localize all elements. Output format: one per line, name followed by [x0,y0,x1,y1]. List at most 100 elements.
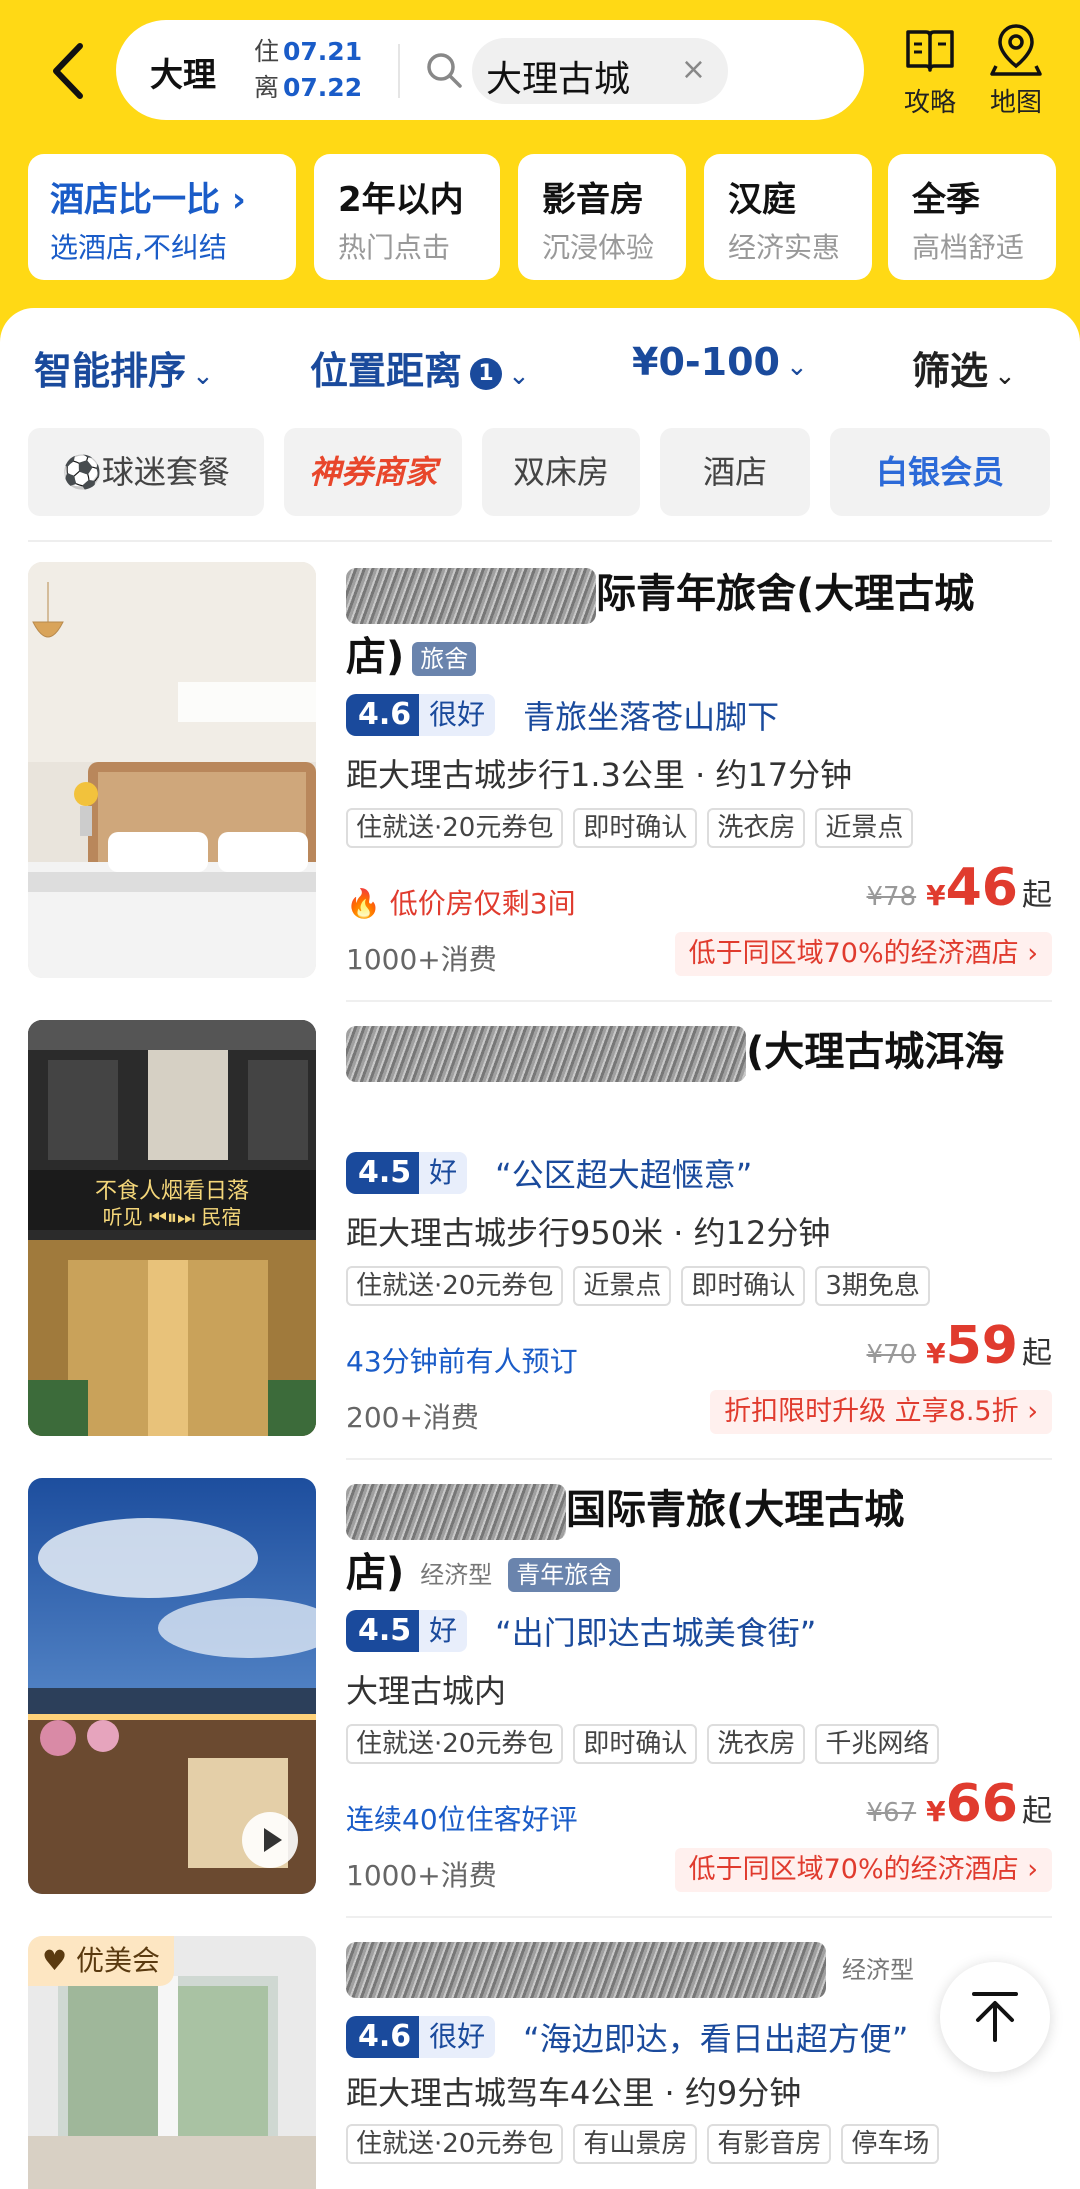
feature-tag: 近景点 [815,808,914,848]
chevron-down-icon: ⌄ [994,361,1016,391]
promo-text: 连续40位住客好评 [346,1803,578,1836]
sort-smart[interactable]: 智能排序 ⌄ [34,340,214,395]
rating-word: 很好 [419,2016,496,2058]
hotel-type-badge: 旅舍 [412,642,477,676]
feature-tag: 洗衣房 [707,1724,806,1764]
price-box: ¥78 ¥46 起 [867,858,1053,922]
chevron-down-icon: ⌄ [192,361,214,391]
feature-tag: 即时确认 [573,808,698,848]
quick-card-sub: 沉浸体验 [542,231,655,264]
promo-text: 🔥 低价房仅剩3间 [346,882,576,922]
rating-row: 4.6 很好 “海边即达，看日出超方便” [346,2014,908,2058]
feature-tag: 住就送·20元券包 [346,1266,564,1306]
hotel-name-text: 国际青旅(大理古城 [566,1487,905,1533]
shop-sign-text: 听见 ⏮⏸⏭ 民宿 [103,1205,242,1229]
premium-badge: ♥ 优美会 [28,1936,175,1986]
keyword-chip[interactable]: 大理古城 × [472,38,728,104]
hotel-distance: 距大理古城驾车4公里 · 约9分钟 [346,2074,802,2112]
feature-tags: 住就送·20元券包 即时确认 洗衣房 千兆网络 [346,1724,949,1764]
city-selector[interactable]: 大理 [150,48,216,96]
hotel-distance: 距大理古城步行1.3公里 · 约17分钟 [346,756,853,794]
feature-tag: 停车场 [841,2124,940,2164]
divider [346,1916,1052,1918]
feature-tag: 即时确认 [573,1724,698,1764]
review-highlight: “出门即达古城美食街” [495,1614,817,1652]
rating-row: 4.5 好 “出门即达古城美食街” [346,1608,816,1652]
distance-count-badge: 1 [470,357,503,390]
currency: ¥ [926,1337,946,1370]
clear-keyword-icon[interactable]: × [681,52,706,87]
keyword-text: 大理古城 [486,59,631,100]
checkin-date: 07.21 [283,37,363,66]
deal-badge[interactable]: 低于同区域70%的经济酒店 › [674,1848,1052,1892]
feature-tags: 住就送·20元券包 近景点 即时确认 3期免息 [346,1266,940,1306]
quick-card-compare[interactable]: 酒店比一比 › 选酒店,不纠结 [28,154,296,280]
quick-card-hanting[interactable]: 汉庭 经济实惠 [704,154,872,280]
hotel-card[interactable]: 际青年旅舍(大理古城 店) 旅舍 4.6 很好 青旅坐落苍山脚下 距大理古城步行1.3… [0,562,1080,1020]
sales-count: 200+消费 [346,1401,479,1434]
hotel-card[interactable]: ♥ 优美会 经济型 4.6 很好 “海边即达，看日出超方便” 距大理古城驾车4公里 … [0,1936,1080,2189]
hotel-photo: ♥ 优美会 [28,1936,316,2189]
book-icon [906,30,954,72]
chip-silver-member[interactable]: 白银会员 [830,428,1050,516]
sort-filter[interactable]: 筛选 ⌄ [912,340,1016,395]
original-price: ¥70 [866,1340,917,1370]
hotel-type-text: 经济型 [420,1561,493,1589]
quick-card-new[interactable]: 2年以内 热门点击 [314,154,500,280]
quick-card-quanji[interactable]: 全季 高档舒适 [888,154,1056,280]
hotel-card[interactable]: 不食人烟看日落 听见 ⏮⏸⏭ 民宿 (大理古城洱海 4.5 好 “公区超大超惬意” … [0,1020,1080,1478]
review-highlight: “公区超大超惬意” [495,1156,753,1194]
quick-card-title: 全季 [912,180,980,220]
scroll-to-top-button[interactable] [940,1962,1050,2072]
chip-hotel[interactable]: 酒店 [660,428,810,516]
sort-distance-label: 位置距离 [310,349,463,393]
search-box[interactable]: 大理 住 07.21 离 07.22 大理古城 × [116,20,864,120]
feature-tag: 住就送·20元券包 [346,1724,564,1764]
deal-badge[interactable]: 折扣限时升级 立享8.5折 › [710,1390,1052,1434]
hotel-photo [28,562,316,978]
tag-chips: ⚽球迷套餐 神券商家 双床房 酒店 白银会员 [28,428,1080,516]
price-suffix: 起 [1022,1794,1052,1829]
fire-icon: 🔥 [346,887,381,920]
price-suffix: 起 [1022,1336,1052,1371]
chevron-down-icon: ⌄ [785,352,808,382]
quick-card-sub: 热门点击 [338,231,451,264]
quick-card-cinema[interactable]: 影音房 沉浸体验 [518,154,686,280]
currency: ¥ [926,1795,946,1828]
guide-button[interactable]: 攻略 [890,22,970,132]
quick-card-title: 汉庭 [728,180,796,220]
review-highlight: “海边即达，看日出超方便” [523,2020,909,2058]
feature-tag: 3期免息 [815,1266,930,1306]
quick-card-title: 影音房 [542,180,644,220]
redacted-name [346,1942,826,1998]
chip-football[interactable]: ⚽球迷套餐 [28,428,264,516]
sort-price[interactable]: ¥0-100 ⌄ [632,340,808,384]
promo-label: 低价房仅剩3间 [389,887,576,920]
heart-icon: ♥ [42,1944,68,1977]
play-video-icon[interactable] [242,1812,298,1868]
checkout-label: 离 [254,73,280,102]
quick-card-sub: 选酒店,不纠结 [50,231,227,264]
divider [346,1458,1052,1460]
sales-count: 1000+消费 [346,943,497,976]
chip-coupon-merchant[interactable]: 神券商家 [284,428,462,516]
date-selector[interactable]: 住 07.21 离 07.22 [254,34,362,106]
hotel-card[interactable]: 国际青旅(大理古城 店) 经济型 青年旅舍 4.5 好 “出门即达古城美食街” 大理古城… [0,1478,1080,1936]
back-arrow-icon [53,43,83,99]
chip-twin-room[interactable]: 双床房 [482,428,640,516]
feature-tag: 住就送·20元券包 [346,808,564,848]
original-price: ¥67 [866,1798,917,1828]
feature-tag: 有影音房 [707,2124,832,2164]
bedroom-image [28,562,316,978]
hotel-name-line2: 店) 经济型 青年旅舍 [346,1540,621,1598]
back-button[interactable] [40,36,100,106]
redacted-name [346,568,596,624]
quick-card-sub: 高档舒适 [912,231,1025,264]
search-icon [427,53,462,88]
deal-badge[interactable]: 低于同区域70%的经济酒店 › [674,932,1052,976]
sort-distance[interactable]: 位置距离 1 ⌄ [310,340,530,395]
map-button[interactable]: 地图 [976,22,1056,132]
promo-text: 43分钟前有人预订 [346,1345,578,1378]
feature-tag: 洗衣房 [707,808,806,848]
divider [346,1000,1052,1002]
